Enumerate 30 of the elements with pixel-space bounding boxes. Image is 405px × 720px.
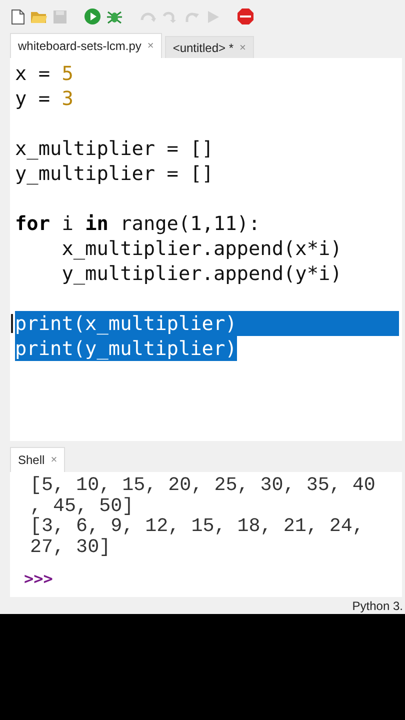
shell-prompt: >>> (24, 569, 54, 590)
code-editor[interactable]: x = 5 y = 3 x_multiplier = [] y_multiplier = [] for i in range(1,11): x_multiplier.append(x*i) y_multiplier.append(y*i) print(x_multiplier) print(y_multiplier) (10, 58, 402, 441)
code-line: y_multiplier = [] (15, 161, 214, 186)
stop-sign-icon (237, 8, 254, 25)
code-line: x_multiplier = [] (15, 136, 214, 161)
code-line: y = 3 (15, 86, 74, 111)
tab-label: <untitled> * (172, 40, 234, 54)
close-tab-icon[interactable]: × (50, 454, 58, 466)
shell-tab[interactable]: Shell × (10, 447, 66, 472)
tab-label: whiteboard-sets-lcm.py (18, 39, 142, 53)
tab-label: Shell (18, 453, 45, 467)
stop-button[interactable] (236, 6, 255, 28)
shell-console[interactable]: [5, 10, 15, 20, 25, 30, 35, 40 , 45, 50] [3, 6, 9, 12, 15, 18, 21, 24, 27, 30] >>> (10, 472, 402, 597)
code-line: x_multiplier.append(x*i) (60, 236, 342, 261)
shell-output: [5, 10, 15, 20, 25, 30, 35, 40 (30, 475, 376, 496)
step-into-icon (162, 10, 179, 24)
editor-tab[interactable]: whiteboard-sets-lcm.py × (10, 33, 162, 58)
code-line: y_multiplier.append(y*i) (60, 261, 342, 286)
shell-output: 27, 30] (30, 536, 112, 558)
play-icon (84, 8, 101, 25)
code-line: x = 5 (15, 61, 74, 86)
status-text: Python 3. (352, 598, 403, 612)
new-file-icon (11, 8, 25, 24)
run-button[interactable] (83, 6, 102, 28)
resume-icon (206, 10, 220, 24)
close-tab-icon[interactable]: × (147, 40, 154, 52)
shell-output: , 45, 50] (30, 496, 135, 516)
shell-output: [3, 6, 9, 12, 15, 18, 21, 24, (30, 516, 365, 537)
code-line: for i in range(1,11): (15, 211, 260, 236)
editor-tab[interactable]: <untitled> * × (164, 36, 254, 58)
